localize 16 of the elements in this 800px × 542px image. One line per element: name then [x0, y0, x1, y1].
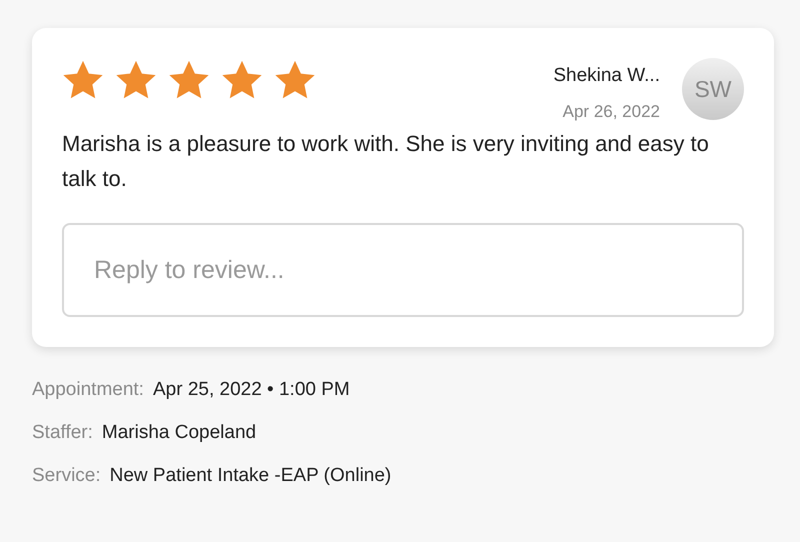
star-icon — [274, 60, 316, 100]
star-icon — [115, 60, 157, 100]
detail-value: Apr 25, 2022 • 1:00 PM — [152, 378, 350, 402]
star-icon — [221, 60, 263, 100]
star-icon — [168, 60, 210, 100]
avatar: SW — [682, 58, 744, 120]
detail-value: Marisha Copeland — [102, 421, 256, 445]
detail-label: Staffer: — [32, 421, 93, 445]
review-date: Apr 26, 2022 — [562, 100, 660, 122]
detail-value: New Patient Intake -EAP (Online) — [110, 464, 392, 488]
detail-label: Service: — [32, 464, 101, 488]
review-text: Marisha is a pleasure to work with. She is very inviting and easy to talk to. — [62, 130, 710, 193]
reply-field[interactable]: Reply to review... — [62, 223, 744, 317]
star-icon — [62, 60, 104, 100]
detail-label: Appointment: — [32, 378, 144, 402]
reviewer-name: Shekina W... — [553, 64, 660, 88]
